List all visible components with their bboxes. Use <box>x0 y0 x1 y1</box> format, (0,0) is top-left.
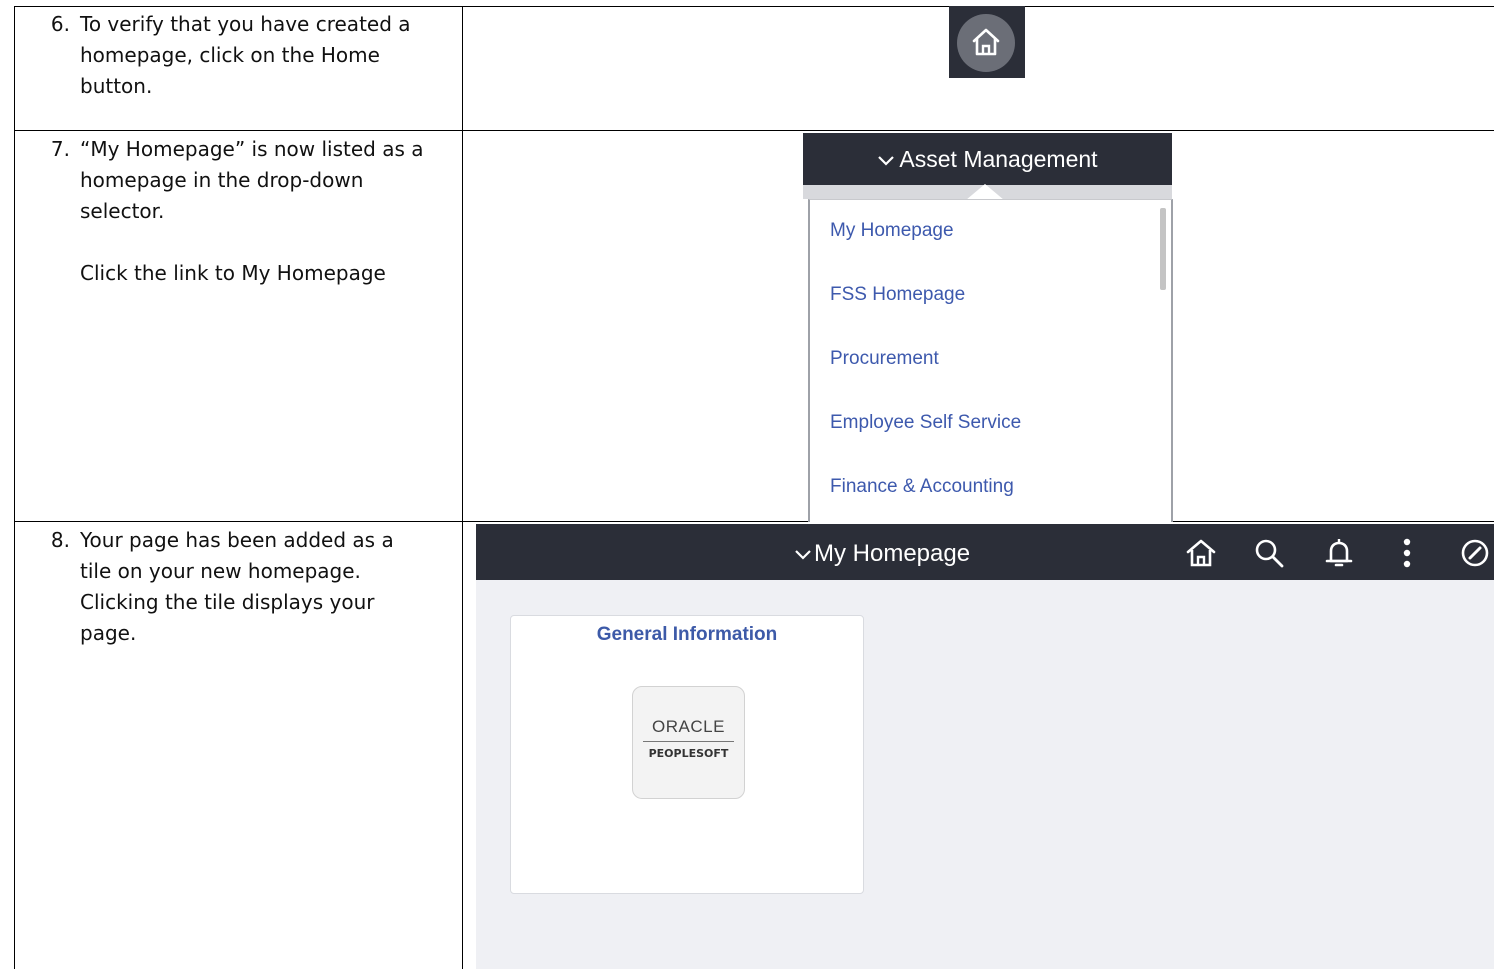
table-border-top <box>14 6 1494 7</box>
table-border-left <box>14 6 15 969</box>
logo-peoplesoft-text: PEOPLESOFT <box>648 747 729 760</box>
chevron-down-icon <box>877 133 895 185</box>
dropdown-item-procurement[interactable]: Procurement <box>830 348 939 370</box>
dropdown-pointer <box>966 184 1004 200</box>
general-information-tile[interactable]: General Information ORACLE PEOPLESOFT <box>510 615 864 894</box>
dropdown-item-finance-accounting[interactable]: Finance & Accounting <box>830 476 1014 498</box>
step-number: 6. <box>50 12 70 36</box>
step-line: Your page has been added as a tile on yo… <box>80 528 394 645</box>
home-icon[interactable] <box>1184 536 1218 570</box>
homepage-title: My Homepage <box>814 540 971 567</box>
homepage-selector[interactable]: My Homepage <box>794 524 994 584</box>
homepage-selector-label: Asset Management <box>899 146 1098 172</box>
homepage-dropdown: My Homepage FSS Homepage Procurement Emp… <box>808 199 1173 522</box>
step-line: To verify that you have created a homepa… <box>80 12 411 98</box>
step-line: “My Homepage” is now listed as a homepag… <box>80 137 424 223</box>
dropdown-item-employee-self-service[interactable]: Employee Self Service <box>830 412 1021 434</box>
step-number: 8. <box>50 528 70 552</box>
table-row-divider <box>14 521 1494 522</box>
more-vertical-icon[interactable] <box>1390 536 1424 570</box>
step-number: 7. <box>50 137 70 161</box>
homepage-body: General Information ORACLE PEOPLESOFT <box>476 580 1494 969</box>
oracle-peoplesoft-logo: ORACLE PEOPLESOFT <box>632 686 745 799</box>
dropdown-item-my-homepage[interactable]: My Homepage <box>830 220 954 242</box>
dropdown-item-fss-homepage[interactable]: FSS Homepage <box>830 284 965 306</box>
table-row-divider <box>14 130 1494 131</box>
dropdown-scrollbar[interactable] <box>1160 208 1166 290</box>
step-text: Your page has been added as a tile on yo… <box>80 525 425 649</box>
home-button[interactable] <box>949 6 1025 78</box>
homepage-selector[interactable]: Asset Management <box>803 133 1172 185</box>
tile-title: General Information <box>596 624 778 645</box>
navbar-compass-icon[interactable] <box>1458 536 1492 570</box>
step-line: Click the link to My Homepage <box>80 261 386 285</box>
search-icon[interactable] <box>1252 536 1286 570</box>
logo-divider <box>643 741 734 742</box>
home-icon <box>972 28 1000 56</box>
step-text: “My Homepage” is now listed as a homepag… <box>80 134 425 289</box>
logo-oracle-text: ORACLE <box>652 717 725 736</box>
chevron-down-icon <box>795 550 811 560</box>
homepage-header: My Homepage <box>476 524 1494 580</box>
step-text: To verify that you have created a homepa… <box>80 9 425 102</box>
bell-icon[interactable] <box>1322 536 1356 570</box>
home-button-circle[interactable] <box>957 14 1015 72</box>
table-column-divider <box>462 6 463 969</box>
